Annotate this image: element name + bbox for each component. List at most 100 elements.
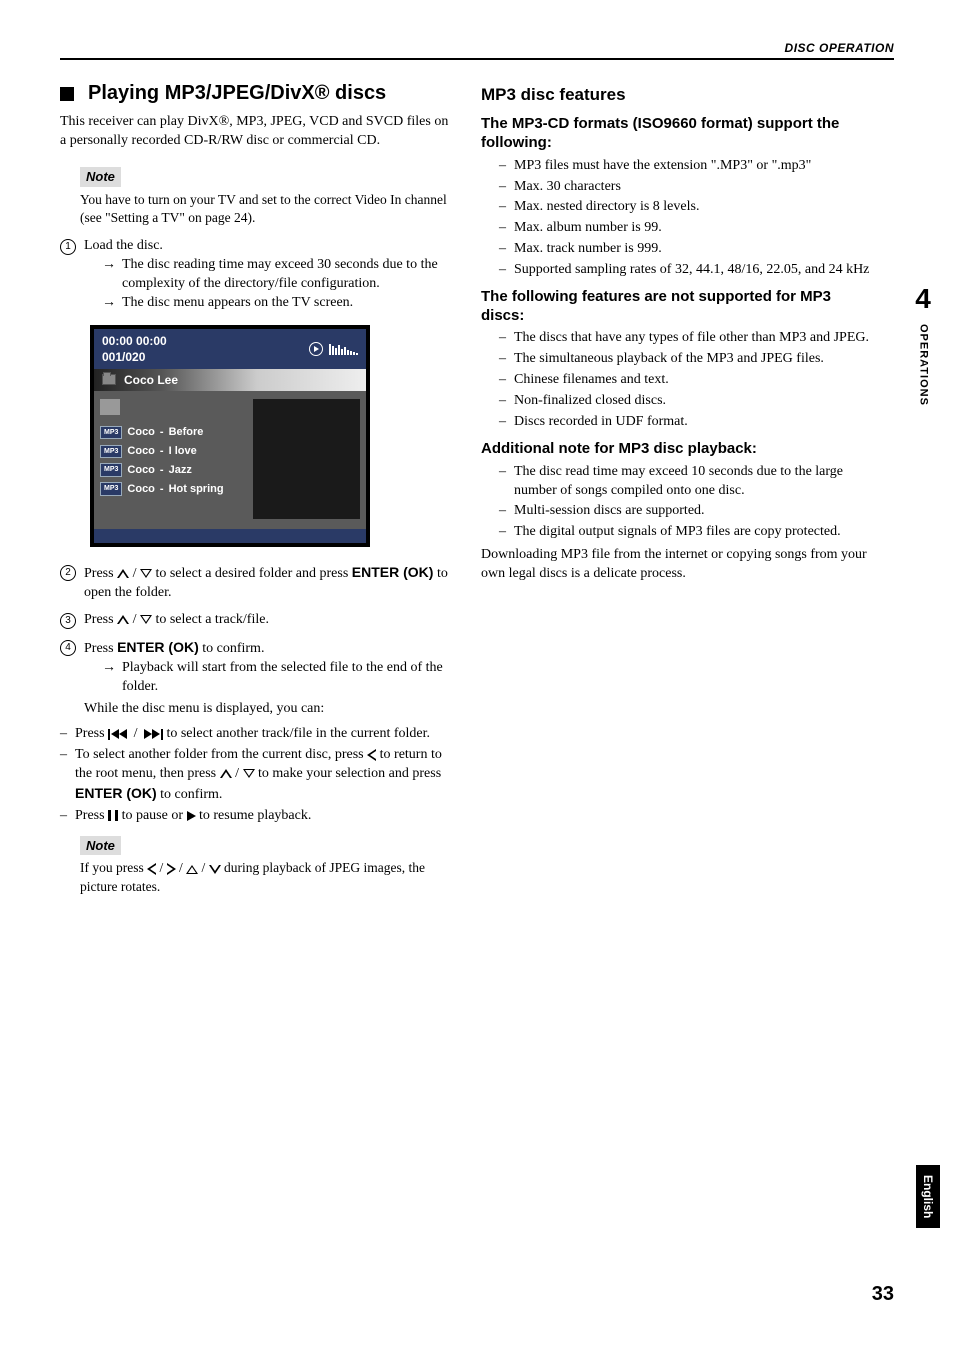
step-1: 1 Load the disc. → The disc reading time… [60,237,453,313]
list-item: Max. nested directory is 8 levels. [499,198,874,217]
arrow-right-icon: → [102,659,116,697]
content-columns: Playing MP3/JPEG/DivX® discs This receiv… [60,80,894,906]
disc-menu-preview-pane [253,399,360,519]
disc-menu-track-row: MP3 Coco - I love [100,442,249,461]
triangle-down-icon [140,569,152,578]
play-status-icon [309,342,323,356]
pause-icon [108,810,118,821]
option-skip-track: Press / to select another track/file in … [60,725,453,744]
disc-menu-placeholder-icon [100,399,120,415]
square-bullet-icon [60,87,74,101]
disc-menu-track-list: MP3 Coco - Before MP3 Coco - I love MP3 … [100,399,249,519]
disc-menu-header: 00:00 00:00 001/020 [94,329,366,369]
triangle-up-icon [220,769,232,778]
list-item: MP3 files must have the extension ".MP3"… [499,157,874,176]
triangle-left-icon [367,749,376,761]
triangle-down-icon [243,769,255,778]
list-item: Multi-session discs are supported. [499,502,874,521]
step-number-icon: 1 [60,239,76,255]
step-4: 4 Press ENTER (OK) to confirm. → Playbac… [60,638,453,724]
right-column: MP3 disc features The MP3-CD formats (IS… [481,80,894,906]
note-label: Note [80,836,121,856]
triangle-right-icon [167,863,176,875]
disc-menu-footer [94,529,366,543]
note-label: Note [80,167,121,187]
option-select-folder: To select another folder from the curren… [60,746,453,805]
intro-paragraph: This receiver can play DivX®, MP3, JPEG,… [60,113,453,151]
header-section: DISC OPERATION [60,40,894,56]
list-item: The disc read time may exceed 10 seconds… [499,463,874,501]
page-number: 33 [872,1281,894,1308]
additional-note-heading: Additional note for MP3 disc playback: [481,440,874,459]
mp3-features-heading: MP3 disc features [481,84,874,107]
step-number-icon: 4 [60,640,76,656]
left-column: Playing MP3/JPEG/DivX® discs This receiv… [60,80,453,906]
chapter-label: OPERATIONS [916,324,931,406]
skip-previous-icon [108,729,130,740]
disc-menu-illustration: 00:00 00:00 001/020 Coco Lee [90,325,370,548]
arrow-right-icon: → [102,256,116,294]
unsupported-heading: The following features are not supported… [481,288,874,326]
list-item: The simultaneous playback of the MP3 and… [499,350,874,369]
iso-formats-heading: The MP3-CD formats (ISO9660 format) supp… [481,115,874,153]
list-item: Max. 30 characters [499,178,874,197]
mp3-tag-icon: MP3 [100,445,122,458]
disc-menu-track-row: MP3 Coco - Hot spring [100,480,249,499]
step-3: 3 Press / to select a track/file. [60,611,453,630]
triangle-down-icon [140,615,152,624]
step-4-while: While the disc menu is displayed, you ca… [84,700,453,719]
list-item: The discs that have any types of file ot… [499,329,874,348]
step-number-icon: 2 [60,565,76,581]
arrow-right-icon: → [102,294,116,313]
step-1-result-a-text: The disc reading time may exceed 30 seco… [122,256,453,294]
step-1-text: Load the disc. [84,238,163,253]
list-item: Max. album number is 99. [499,219,874,238]
enter-ok-label: ENTER (OK) [352,564,434,580]
disc-menu-title-bar: Coco Lee [94,369,366,391]
list-item: Non-finalized closed discs. [499,392,874,411]
section-heading: Playing MP3/JPEG/DivX® discs [60,80,453,107]
note-body-2: If you press / / / during playback of JP… [80,859,453,895]
disc-menu-title: Coco Lee [124,372,178,388]
enter-ok-label: ENTER (OK) [75,785,157,801]
enter-ok-label: ENTER (OK) [117,639,199,655]
equalizer-icon [329,343,358,355]
triangle-up-icon [186,865,198,874]
step-1-result-b-text: The disc menu appears on the TV screen. [122,294,353,313]
disc-menu-track-row: MP3 Coco - Before [100,423,249,442]
mp3-tag-icon: MP3 [100,426,122,439]
folder-icon [102,374,116,385]
mp3-tag-icon: MP3 [100,463,122,476]
triangle-left-icon [147,863,156,875]
list-item: Max. track number is 999. [499,240,874,259]
list-item: The digital output signals of MP3 files … [499,523,874,542]
step-number-icon: 3 [60,613,76,629]
step-2: 2 Press / to select a desired folder and… [60,563,453,603]
play-icon [187,811,196,821]
step-4-options: Press / to select another track/file in … [60,725,453,825]
note-body: You have to turn on your TV and set to t… [80,191,453,227]
header-rule [60,58,894,60]
skip-next-icon [141,729,163,740]
triangle-up-icon [117,569,129,578]
step-1-result-b: → The disc menu appears on the TV screen… [102,294,453,313]
additional-note-list: The disc read time may exceed 10 seconds… [499,463,874,543]
chapter-tab: 4 OPERATIONS [904,280,942,413]
disc-menu-track-row: MP3 Coco - Jazz [100,461,249,480]
step-4-result: → Playback will start from the selected … [102,659,453,697]
unsupported-list: The discs that have any types of file ot… [499,329,874,431]
triangle-up-icon [117,615,129,624]
iso-formats-list: MP3 files must have the extension ".MP3"… [499,157,874,280]
list-item: Chinese filenames and text. [499,371,874,390]
list-item: Supported sampling rates of 32, 44.1, 48… [499,261,874,280]
disc-menu-body: MP3 Coco - Before MP3 Coco - I love MP3 … [94,391,366,529]
disc-menu-time: 00:00 00:00 [102,333,167,349]
step-1-result-a: → The disc reading time may exceed 30 se… [102,256,453,294]
language-tab: English [916,1165,940,1228]
list-item: Discs recorded in UDF format. [499,413,874,432]
option-pause-resume: Press to pause or to resume playback. [60,807,453,826]
triangle-down-icon [209,865,221,874]
closing-paragraph: Downloading MP3 file from the internet o… [481,546,874,584]
disc-menu-counter: 001/020 [102,349,167,365]
heading-text: Playing MP3/JPEG/DivX® discs [88,80,386,107]
